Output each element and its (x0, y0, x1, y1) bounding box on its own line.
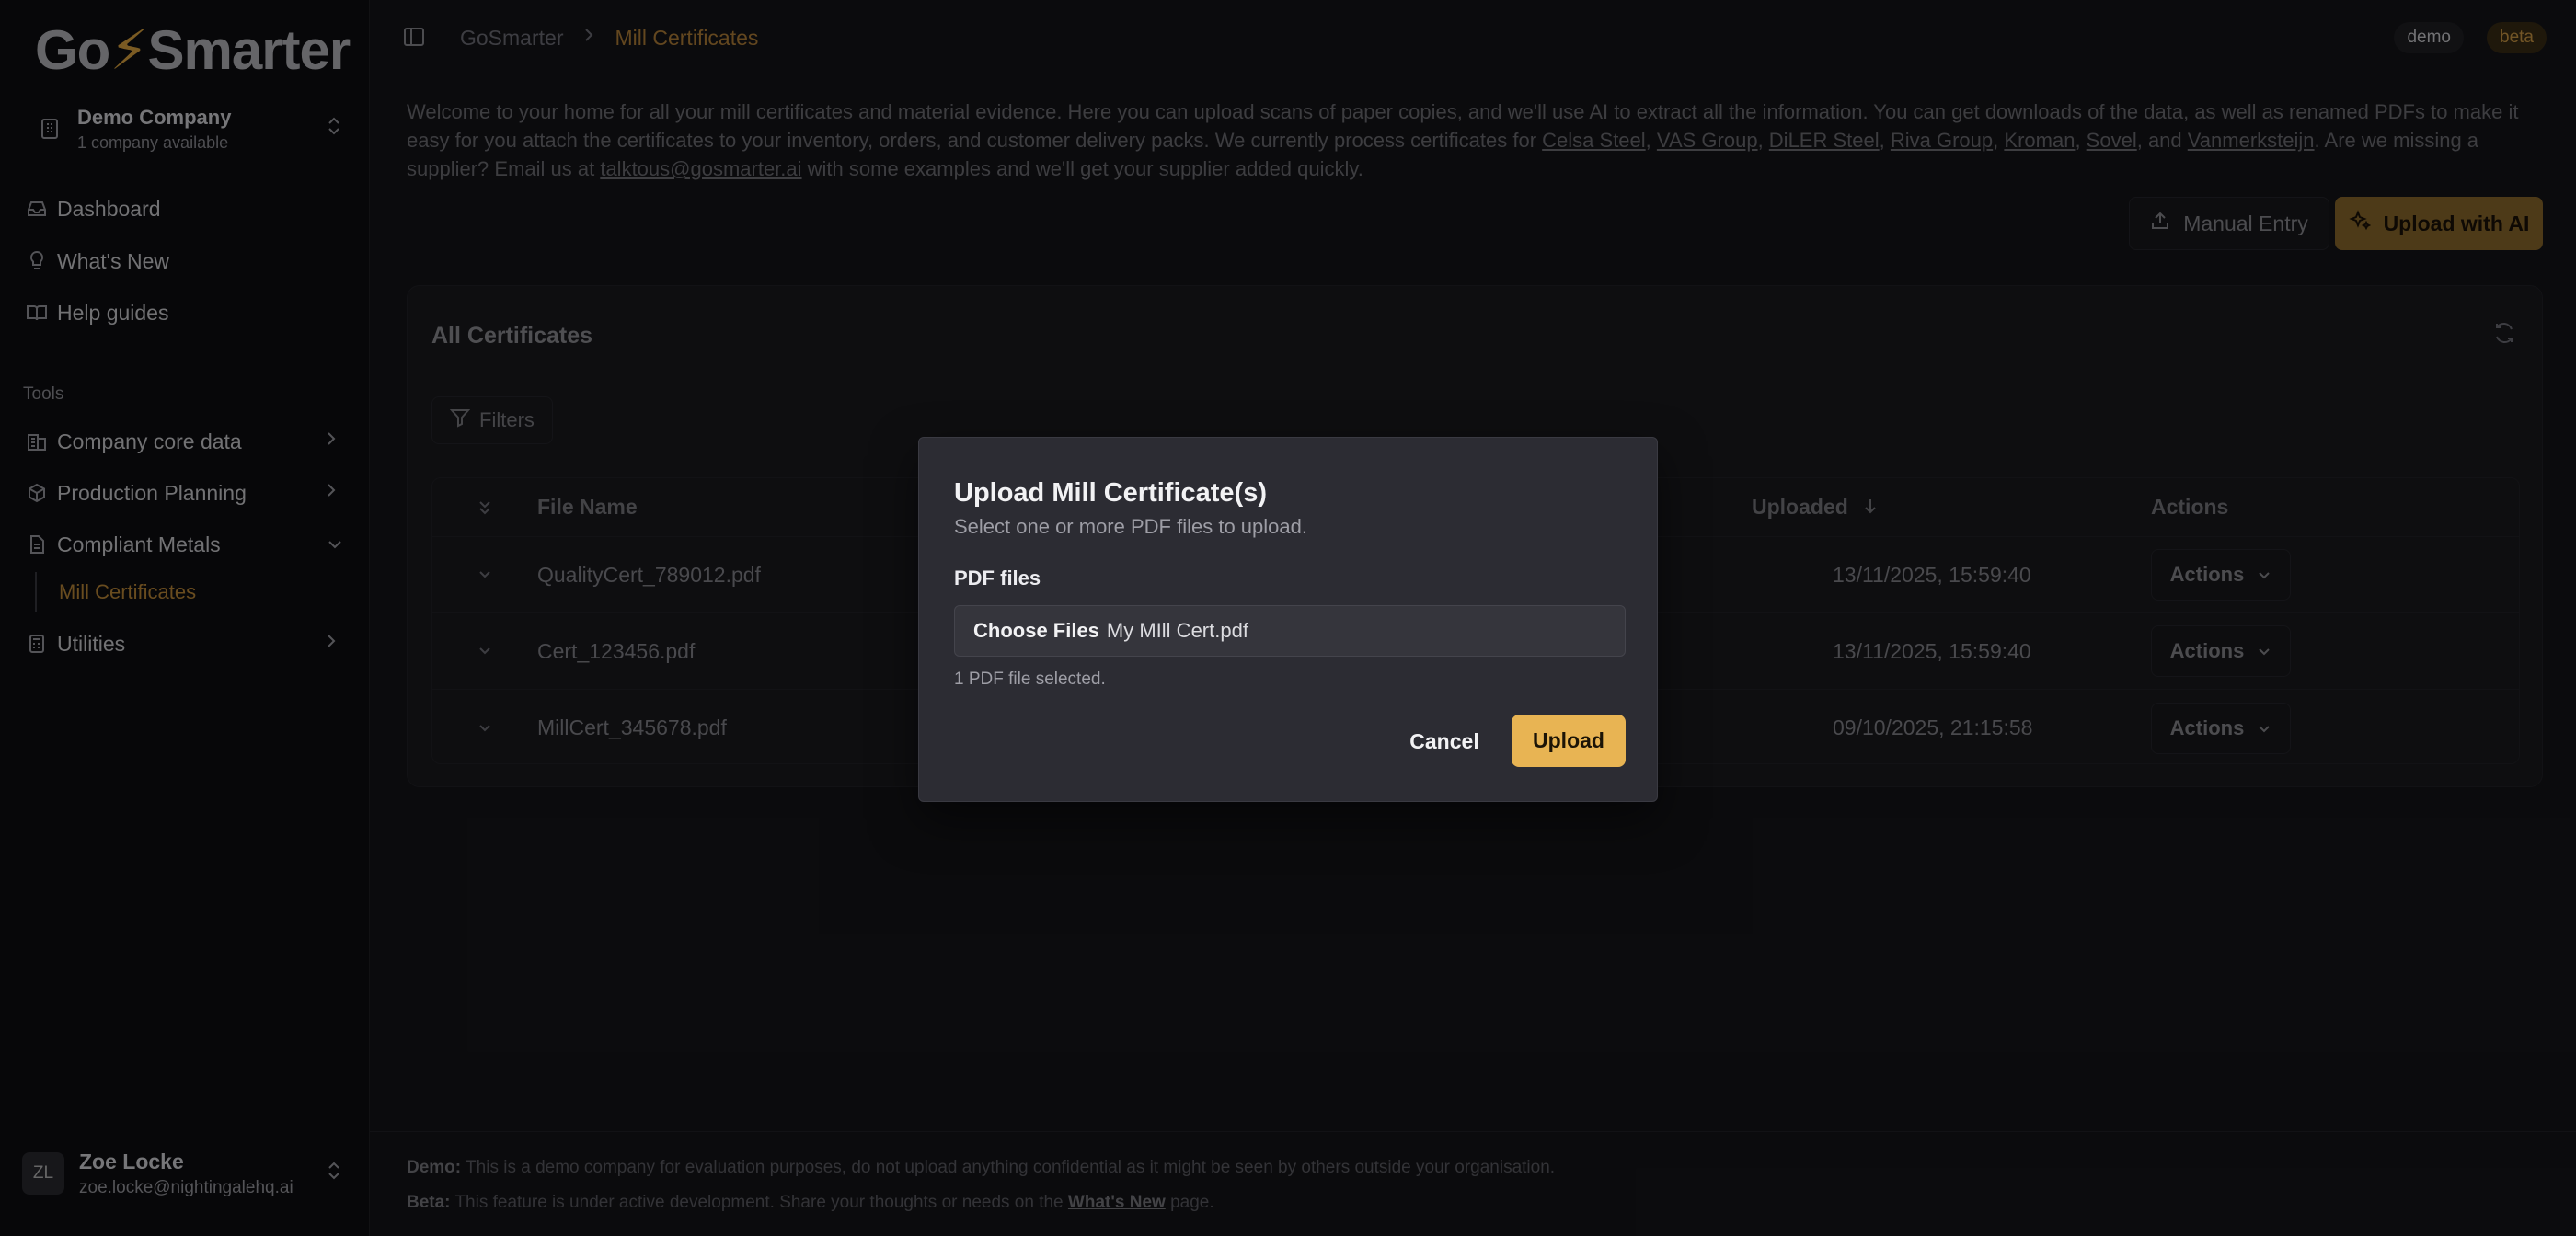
dialog-subtitle: Select one or more PDF files to upload. (954, 515, 1307, 538)
upload-button[interactable]: Upload (1512, 715, 1626, 767)
file-input[interactable]: Choose Files My MIll Cert.pdf (954, 605, 1626, 657)
selection-hint: 1 PDF file selected. (954, 670, 1106, 689)
dialog-title: Upload Mill Certificate(s) (954, 478, 1267, 508)
cancel-button[interactable]: Cancel (1396, 715, 1493, 767)
choose-files-button[interactable]: Choose Files (973, 619, 1099, 643)
selected-file-name: My MIll Cert.pdf (1106, 619, 1248, 642)
upload-dialog: Upload Mill Certificate(s) Select one or… (918, 437, 1658, 802)
pdf-files-label: PDF files (954, 566, 1041, 589)
